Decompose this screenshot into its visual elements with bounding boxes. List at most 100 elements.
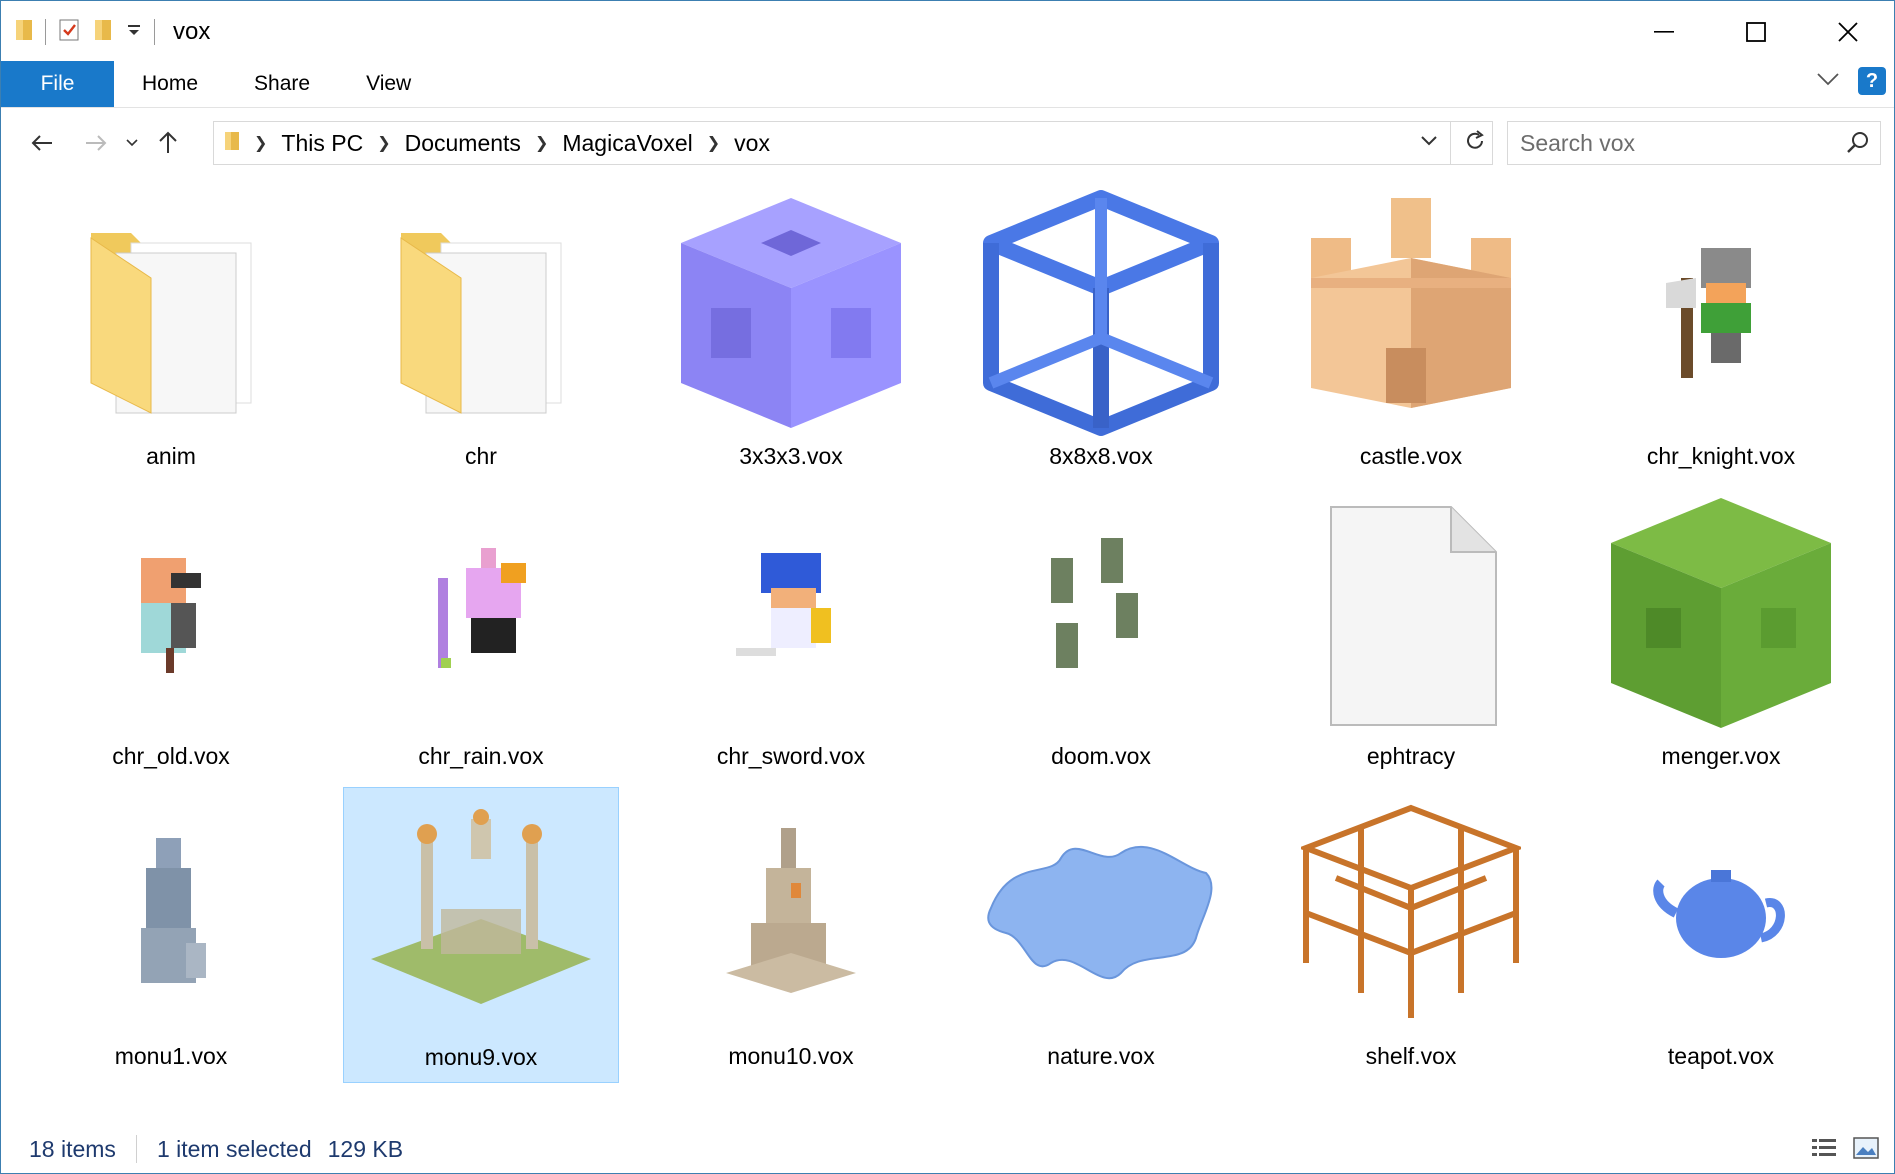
recent-locations-button[interactable] <box>117 122 147 164</box>
item-label: chr_rain.vox <box>418 743 544 769</box>
selection-info: 1 item selected <box>156 1135 312 1162</box>
cube-thumbnail-icon <box>663 185 919 441</box>
item-label: chr_knight.vox <box>1646 443 1796 469</box>
chevron-right-icon: ❯ <box>254 135 268 152</box>
chevron-right-icon[interactable]: ❯ <box>369 133 398 153</box>
close-button[interactable] <box>1802 1 1894 63</box>
castle-thumbnail-icon <box>1283 185 1539 441</box>
maximize-button[interactable] <box>1710 1 1802 63</box>
help-icon[interactable]: ? <box>1858 67 1886 95</box>
vox-file-item-selected[interactable]: monu9.vox <box>343 787 619 1083</box>
vox-file-item[interactable]: doom.vox <box>963 487 1239 783</box>
vox-file-item[interactable]: chr_knight.vox <box>1583 187 1859 483</box>
search-icon[interactable] <box>1846 130 1870 159</box>
address-bar[interactable]: ❯ This PC ❯ Documents ❯ MagicaVoxel ❯ vo… <box>213 121 1493 165</box>
folder-icon <box>353 185 609 441</box>
knight-character-thumbnail-icon <box>1593 185 1849 441</box>
folder-icon <box>43 185 299 441</box>
item-label: shelf.vox <box>1365 1043 1457 1069</box>
chevron-right-icon[interactable]: ❯ <box>527 133 556 153</box>
menger-sponge-thumbnail-icon <box>1593 485 1849 741</box>
close-icon <box>1838 22 1858 42</box>
vox-file-item[interactable]: menger.vox <box>1583 487 1859 783</box>
teapot-thumbnail-icon <box>1593 785 1849 1041</box>
vox-file-item[interactable]: nature.vox <box>963 787 1239 1083</box>
generic-file-item[interactable]: ephtracy <box>1273 487 1549 783</box>
breadcrumb-magicavoxel[interactable]: MagicaVoxel <box>556 130 698 157</box>
back-arrow-icon <box>31 135 52 151</box>
item-label: 3x3x3.vox <box>739 443 843 469</box>
monument-thumbnail-icon <box>43 785 299 1041</box>
up-arrow-icon <box>159 131 177 153</box>
item-label: castle.vox <box>1359 443 1463 469</box>
view-toggle-group <box>1810 1135 1880 1167</box>
vox-file-item[interactable]: 8x8x8.vox <box>963 187 1239 483</box>
item-label: chr_sword.vox <box>716 743 866 769</box>
tab-view[interactable]: View <box>338 61 439 107</box>
address-actions <box>1414 122 1492 164</box>
folder-item[interactable]: chr <box>343 187 619 483</box>
vox-file-item[interactable]: chr_old.vox <box>33 487 309 783</box>
item-label: doom.vox <box>1051 743 1151 769</box>
wireframe-cube-thumbnail-icon <box>973 185 1229 441</box>
sword-character-thumbnail-icon <box>663 485 919 741</box>
doom-figures-thumbnail-icon <box>973 485 1229 741</box>
back-button[interactable] <box>21 122 63 164</box>
file-explorer-window: vox File Home Share View ? ❯ This PC ❯ D… <box>0 0 1895 1174</box>
vox-file-item[interactable]: shelf.vox <box>1273 787 1549 1083</box>
chevron-down-icon <box>126 139 138 147</box>
folder-item[interactable]: anim <box>33 187 309 483</box>
properties-icon[interactable] <box>58 18 80 47</box>
separator <box>135 1135 137 1163</box>
item-count: 18 items <box>29 1135 116 1162</box>
item-label: ephtracy <box>1366 743 1456 769</box>
tab-file[interactable]: File <box>1 61 114 107</box>
tab-home[interactable]: Home <box>114 61 226 107</box>
vox-file-item[interactable]: teapot.vox <box>1583 787 1859 1083</box>
vox-file-item[interactable]: chr_sword.vox <box>653 487 929 783</box>
breadcrumb-documents[interactable]: Documents <box>399 130 527 157</box>
large-icons-view-icon[interactable] <box>1852 1135 1880 1167</box>
details-view-icon[interactable] <box>1810 1135 1838 1167</box>
folder-icon <box>15 18 33 47</box>
breadcrumb-this-pc[interactable]: This PC <box>275 130 369 157</box>
item-label: monu9.vox <box>424 1044 538 1070</box>
forward-button[interactable] <box>75 122 117 164</box>
status-bar: 18 items 1 item selected 129 KB <box>1 1125 1894 1173</box>
tab-share[interactable]: Share <box>226 61 338 107</box>
chevron-right-icon[interactable]: ❯ <box>699 133 728 153</box>
folder-icon <box>224 130 240 157</box>
old-character-thumbnail-icon <box>43 485 299 741</box>
item-label: nature.vox <box>1047 1043 1155 1069</box>
tower-thumbnail-icon <box>663 785 919 1041</box>
expand-ribbon-chevron-icon[interactable] <box>1816 72 1840 91</box>
refresh-icon[interactable] <box>1464 129 1486 157</box>
vox-file-item[interactable]: monu10.vox <box>653 787 929 1083</box>
vox-file-item[interactable]: chr_rain.vox <box>343 487 619 783</box>
address-history-chevron-down-icon[interactable] <box>1420 134 1438 152</box>
window-controls <box>1618 1 1894 63</box>
vox-file-item[interactable]: monu1.vox <box>33 787 309 1083</box>
breadcrumb-vox[interactable]: vox <box>728 130 776 157</box>
ribbon-tabs: File Home Share View ? <box>1 59 1894 108</box>
nature-blob-thumbnail-icon <box>973 785 1229 1041</box>
maximize-icon <box>1746 22 1766 42</box>
monument-garden-thumbnail-icon <box>353 786 609 1042</box>
item-label: 8x8x8.vox <box>1049 443 1153 469</box>
new-folder-icon[interactable] <box>94 18 112 47</box>
item-label: teapot.vox <box>1667 1043 1775 1069</box>
item-label: chr_old.vox <box>112 743 230 769</box>
vox-file-item[interactable]: 3x3x3.vox <box>653 187 929 483</box>
item-label: anim <box>146 443 196 469</box>
search-input[interactable] <box>1508 128 1822 158</box>
customize-toolbar-dropdown-icon[interactable] <box>126 22 142 43</box>
minimize-button[interactable] <box>1618 1 1710 63</box>
up-button[interactable] <box>147 122 189 164</box>
shelf-frame-thumbnail-icon <box>1283 785 1539 1041</box>
item-label: monu10.vox <box>728 1043 854 1069</box>
rain-character-thumbnail-icon <box>353 485 609 741</box>
vox-file-item[interactable]: castle.vox <box>1273 187 1549 483</box>
title-bar: vox <box>1 1 1894 63</box>
quick-access-toolbar: vox <box>1 1 210 63</box>
item-label: monu1.vox <box>114 1043 228 1069</box>
